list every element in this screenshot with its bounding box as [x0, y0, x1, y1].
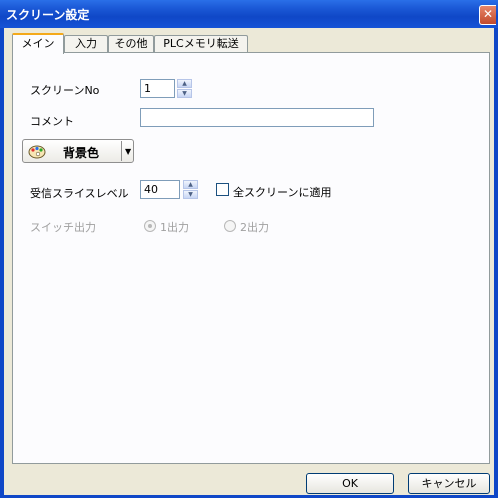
spin-down-icon[interactable]: ▼ [183, 190, 198, 199]
spin-down-icon[interactable]: ▼ [177, 89, 192, 98]
screen-no-input[interactable]: 1 [140, 79, 175, 98]
slice-level-value: 40 [144, 183, 158, 196]
tab-plc-memory-transfer[interactable]: PLCメモリ転送 [154, 35, 248, 52]
tab-other[interactable]: その他 [108, 35, 154, 52]
window-frame [0, 28, 4, 498]
button-divider [121, 141, 122, 161]
comment-input[interactable] [140, 108, 374, 127]
cancel-button[interactable]: キャンセル [408, 473, 490, 494]
tab-input[interactable]: 入力 [64, 35, 108, 52]
ok-button[interactable]: OK [306, 473, 394, 494]
apply-all-checkbox[interactable] [216, 183, 229, 196]
apply-all-label: 全スクリーンに適用 [233, 186, 332, 199]
background-color-button[interactable]: 背景色 ▼ [22, 139, 134, 163]
tab-main[interactable]: メイン [12, 33, 64, 54]
window-frame [494, 28, 498, 498]
screen-no-spinner[interactable]: ▲ ▼ [177, 79, 192, 98]
switch-output-label: スイッチ出力 [30, 221, 96, 234]
radio-1-output-label: 1出力 [160, 221, 189, 234]
dialog-window: スクリーン設定 ✕ メイン 入力 その他 PLCメモリ転送 スクリーンNo 1 … [0, 0, 498, 498]
background-color-label: 背景色 [63, 146, 100, 160]
dropdown-arrow-icon[interactable]: ▼ [125, 147, 131, 156]
radio-1-output[interactable] [144, 220, 156, 232]
spin-up-icon[interactable]: ▲ [177, 79, 192, 88]
radio-2-output-label: 2出力 [240, 221, 269, 234]
title-bar[interactable]: スクリーン設定 ✕ [0, 0, 498, 28]
palette-icon [28, 145, 46, 159]
slice-level-label: 受信スライスレベル [30, 187, 129, 200]
screen-no-label: スクリーンNo [30, 84, 100, 97]
comment-label: コメント [30, 115, 74, 128]
close-icon[interactable]: ✕ [479, 5, 496, 25]
radio-selected-dot [148, 224, 152, 228]
slice-level-input[interactable]: 40 [140, 180, 180, 199]
window-title: スクリーン設定 [6, 8, 90, 22]
spin-up-icon[interactable]: ▲ [183, 180, 198, 189]
slice-level-spinner[interactable]: ▲ ▼ [183, 180, 198, 199]
radio-2-output[interactable] [224, 220, 236, 232]
screen-no-value: 1 [144, 82, 151, 95]
